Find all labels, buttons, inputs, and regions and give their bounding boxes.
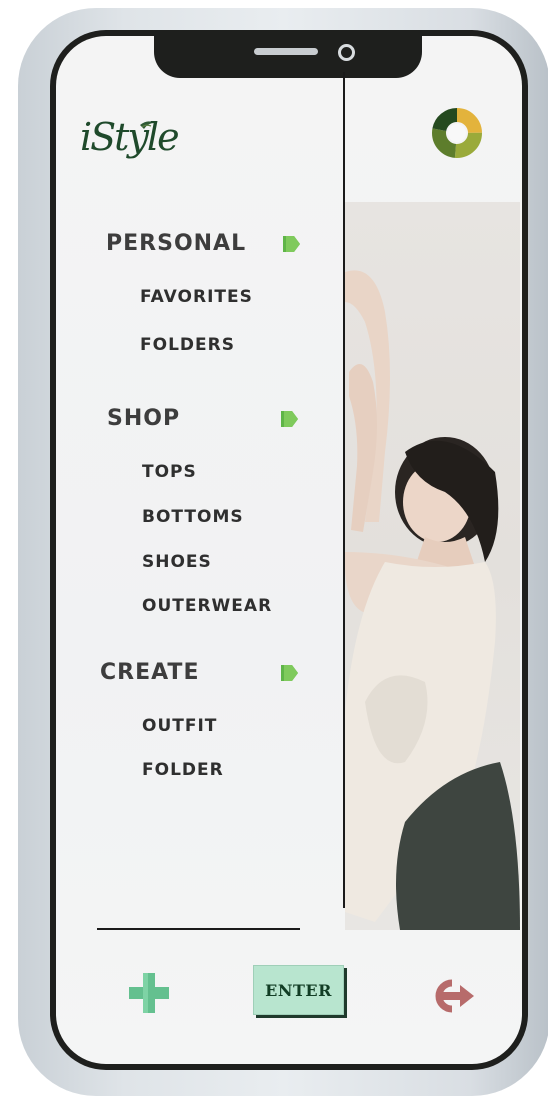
menu-item-favorites[interactable]: FAVORITES <box>140 287 253 307</box>
menu-item-bottoms[interactable]: BOTTOMS <box>142 507 244 527</box>
plus-icon[interactable] <box>129 973 169 1013</box>
footer-divider <box>97 928 300 930</box>
menu-item-shoes[interactable]: SHOES <box>142 552 212 572</box>
speaker-grille <box>254 48 318 55</box>
chevron-right-icon[interactable] <box>281 410 299 428</box>
chevron-right-icon[interactable] <box>281 664 299 682</box>
menu-item-folder[interactable]: FOLDER <box>142 760 224 780</box>
menu-item-folders[interactable]: FOLDERS <box>140 335 235 355</box>
menu-item-tops[interactable]: TOPS <box>142 462 197 482</box>
menu-item-outfit[interactable]: OUTFIT <box>142 716 217 736</box>
ring-avatar-icon <box>432 108 482 158</box>
front-camera <box>338 44 355 61</box>
menu-item-outerwear[interactable]: OUTERWEAR <box>142 596 272 616</box>
chevron-right-icon[interactable] <box>283 235 301 253</box>
profile-ring-icon[interactable] <box>431 107 483 159</box>
model-photo <box>345 202 520 930</box>
photo-illustration <box>345 270 520 930</box>
enter-button[interactable]: ENTER <box>253 965 344 1015</box>
section-personal[interactable]: PERSONAL <box>106 231 246 256</box>
logo-text: iStyle <box>80 115 180 159</box>
app-logo[interactable]: iStyle <box>80 115 180 175</box>
section-create[interactable]: CREATE <box>100 660 199 685</box>
section-shop[interactable]: SHOP <box>107 406 180 431</box>
logout-icon[interactable] <box>428 978 476 1014</box>
phone-notch <box>154 30 422 78</box>
